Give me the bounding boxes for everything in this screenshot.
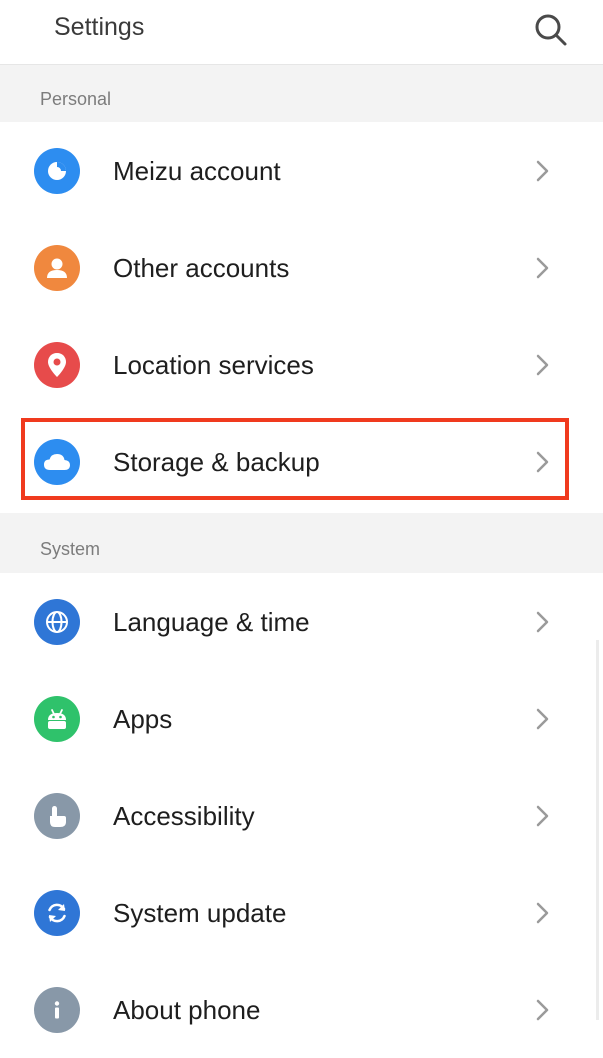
item-label: Meizu account (113, 156, 281, 186)
search-button[interactable] (528, 8, 574, 54)
item-label: Other accounts (113, 253, 290, 283)
item-label: System update (113, 898, 287, 928)
settings-item-language-time[interactable]: Language & time (0, 573, 603, 670)
chevron-right-icon (536, 257, 549, 279)
item-label: About phone (113, 995, 261, 1025)
meizu-account-icon (34, 148, 80, 194)
page-title: Settings (54, 13, 145, 41)
search-icon (535, 14, 567, 46)
chevron-right-icon (536, 708, 549, 730)
person-icon (34, 245, 80, 291)
settings-item-other-accounts[interactable]: Other accounts (0, 219, 603, 316)
android-icon (34, 696, 80, 742)
settings-item-meizu-account[interactable]: Meizu account (0, 122, 603, 219)
chevron-right-icon (536, 611, 549, 633)
item-label: Apps (113, 704, 173, 734)
hand-icon (34, 793, 80, 839)
item-label: Language & time (113, 607, 310, 637)
refresh-icon (34, 890, 80, 936)
section-title: System (40, 539, 101, 559)
chevron-right-icon (536, 354, 549, 376)
location-pin-icon (34, 342, 80, 388)
settings-item-apps[interactable]: Apps (0, 670, 603, 767)
globe-icon (34, 599, 80, 645)
settings-item-about-phone[interactable]: About phone (0, 961, 603, 1058)
settings-item-storage-backup[interactable]: Storage & backup (0, 413, 603, 510)
app-bar: Settings (0, 0, 603, 65)
section-header-system: System (0, 513, 603, 573)
section-header-personal: Personal (0, 65, 603, 122)
item-label: Accessibility (113, 801, 255, 831)
chevron-right-icon (536, 902, 549, 924)
section-title: Personal (40, 89, 112, 109)
cloud-icon (34, 439, 80, 485)
chevron-right-icon (536, 999, 549, 1021)
settings-item-system-update[interactable]: System update (0, 864, 603, 961)
item-label: Location services (113, 350, 314, 380)
chevron-right-icon (536, 160, 549, 182)
info-icon (34, 987, 80, 1033)
settings-item-location-services[interactable]: Location services (0, 316, 603, 413)
chevron-right-icon (536, 805, 549, 827)
item-label: Storage & backup (113, 447, 320, 477)
chevron-right-icon (536, 451, 549, 473)
scrollbar-track[interactable] (596, 640, 599, 1020)
settings-item-accessibility[interactable]: Accessibility (0, 767, 603, 864)
